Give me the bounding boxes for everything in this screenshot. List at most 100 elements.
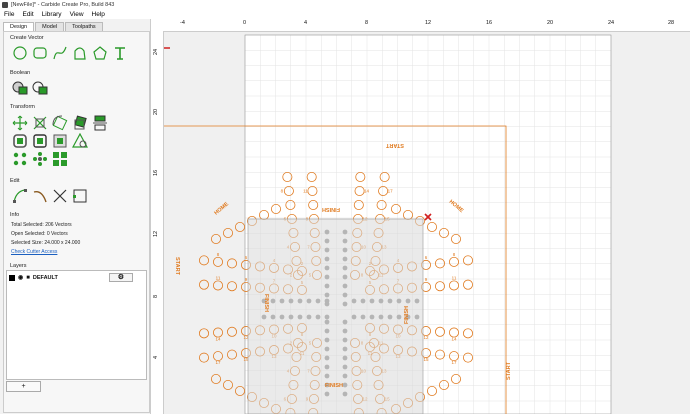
ruler-top-label: 0 (243, 20, 247, 26)
info-selected-size: Selected Size: 24.000 x 24.000 (11, 240, 80, 246)
menu-bar: File Edit Library View Help (0, 9, 690, 19)
eye-icon[interactable]: ◉ (18, 274, 23, 281)
preview-hole (324, 265, 330, 271)
canvas-drawing[interactable]: 2468579118101214111315172465798101211131… (164, 32, 690, 414)
circular-array-icon[interactable] (12, 151, 28, 167)
window-title: [NewFile]* - Carbide Create Pro, Build 8… (11, 1, 115, 8)
menu-edit[interactable]: Edit (18, 11, 37, 18)
preview-hole (342, 391, 348, 397)
start-label-right: START (506, 361, 512, 380)
preview-hole (324, 319, 330, 325)
layer-color-swatch[interactable] (9, 274, 15, 281)
preview-hole (342, 364, 348, 370)
preview-hole (342, 274, 348, 280)
rotate-icon[interactable] (52, 115, 68, 131)
preview-hole (405, 298, 411, 304)
menu-view[interactable]: View (66, 11, 88, 18)
lock-icon[interactable]: ■ (26, 275, 30, 281)
ruler-left-label: 16 (153, 169, 159, 176)
preview-hole (270, 314, 276, 320)
preview-hole (324, 274, 330, 280)
ruler-top-label: 24 (608, 20, 615, 26)
track-number: 17 (215, 360, 221, 365)
layer-name: DEFAULT (32, 274, 58, 281)
layer-row-default[interactable]: ◉ ■ DEFAULT ⚙ (9, 273, 143, 282)
curve-icon[interactable] (52, 45, 68, 61)
preview-hole (306, 298, 312, 304)
tab-model[interactable]: Model (35, 22, 65, 31)
join-icon[interactable] (32, 133, 48, 149)
mirror-icon[interactable] (72, 115, 88, 131)
pattern-icon[interactable] (32, 151, 48, 167)
node-edit-icon[interactable] (12, 188, 28, 204)
polygon-icon[interactable] (92, 45, 108, 61)
menu-file[interactable]: File (0, 11, 18, 18)
design-canvas[interactable]: -4 0 4 8 12 16 20 24 28 24 20 16 12 8 4 … (151, 19, 690, 414)
transform-tools-row2 (12, 133, 88, 149)
preview-hole (324, 355, 330, 361)
tab-icon[interactable] (72, 188, 88, 204)
section-info: Info (10, 212, 20, 218)
preview-hole (324, 314, 330, 320)
menu-help[interactable]: Help (88, 11, 109, 18)
move-icon[interactable] (12, 115, 28, 131)
preview-hole (324, 373, 330, 379)
add-layer-button[interactable]: + (6, 381, 41, 392)
subtract-icon[interactable] (32, 80, 48, 96)
transform-tools-row1 (12, 115, 108, 131)
finish-label-bottom: FINISH (325, 383, 343, 389)
preview-hole (369, 298, 375, 304)
layer-settings-gear-icon[interactable]: ⚙ (108, 273, 133, 282)
ruler-left-label: 4 (153, 355, 159, 359)
circle-icon[interactable] (12, 45, 28, 61)
rectangle-icon[interactable] (32, 45, 48, 61)
horizontal-ruler: -4 0 4 8 12 16 20 24 28 (151, 19, 690, 32)
trim-icon[interactable] (32, 188, 48, 204)
cut-icon[interactable] (52, 188, 68, 204)
preview-hole (342, 247, 348, 253)
preview-hole (315, 314, 321, 320)
track-number: 17 (451, 360, 457, 365)
scale-icon[interactable] (32, 115, 48, 131)
preview-hole (414, 314, 420, 320)
preview-hole (324, 229, 330, 235)
preview-hole (342, 346, 348, 352)
preview-hole (261, 314, 267, 320)
preview-hole (324, 364, 330, 370)
preview-hole (324, 247, 330, 253)
preview-hole (279, 298, 285, 304)
offset-icon[interactable] (12, 133, 28, 149)
polyline-icon[interactable] (72, 45, 88, 61)
start-label-left: START (174, 257, 180, 276)
menu-library[interactable]: Library (38, 11, 66, 18)
preview-hole (342, 355, 348, 361)
preview-hole (288, 314, 294, 320)
transform-tools-row3 (12, 151, 68, 167)
edit-tools (12, 188, 88, 204)
preview-hole (342, 301, 348, 307)
ungroup-icon[interactable] (72, 133, 88, 149)
preview-hole (378, 298, 384, 304)
tab-toolpaths[interactable]: Toolpaths (65, 22, 103, 31)
text-icon[interactable] (112, 45, 128, 61)
panel-tabs: Design Model Toolpaths (3, 22, 104, 31)
group-icon[interactable] (52, 133, 68, 149)
track-number: 11 (216, 275, 221, 280)
ruler-top-label: 4 (304, 20, 308, 26)
finish-label-left: FINISH (263, 294, 269, 312)
preview-hole (378, 314, 384, 320)
finish-label-right: FINISH (404, 306, 410, 324)
grid-array-icon[interactable] (52, 151, 68, 167)
preview-hole (342, 328, 348, 334)
tab-design[interactable]: Design (3, 22, 35, 31)
preview-hole (342, 292, 348, 298)
check-cutter-access-link[interactable]: Check Cutter Access (11, 249, 57, 255)
section-edit: Edit (10, 178, 20, 184)
track-number: 11 (452, 275, 457, 280)
info-total-selected: Total Selected: 206 Vectors (11, 222, 72, 228)
union-icon[interactable] (12, 80, 28, 96)
align-icon[interactable] (92, 115, 108, 131)
ruler-top-label: 16 (486, 20, 493, 26)
info-selected-size-value: 24.000 x 24.000 (44, 240, 81, 246)
track-number: 14 (364, 189, 370, 194)
